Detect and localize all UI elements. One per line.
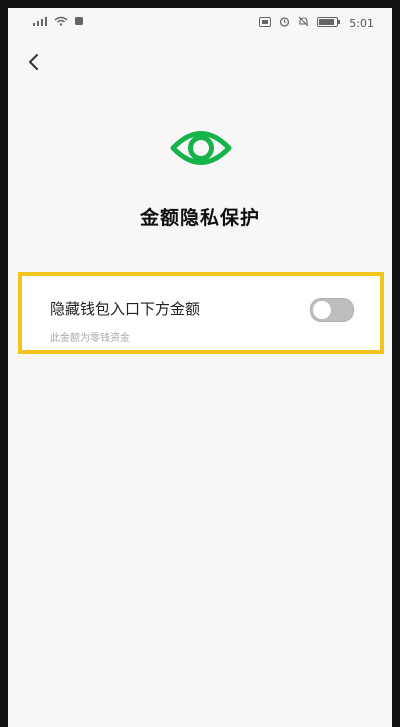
battery-icon — [317, 16, 341, 30]
setting-description: 此金额为零钱资金 — [50, 333, 130, 344]
toggle-knob — [313, 301, 331, 319]
status-bar: 5:01 — [8, 8, 392, 36]
chevron-left-icon — [29, 54, 38, 70]
screen: 5:01 金额隐私保护 隐藏钱包入口下方金额 此金额为零钱资金 — [8, 8, 392, 727]
hide-amount-toggle[interactable] — [310, 298, 354, 322]
status-right-icons: 5:01 — [259, 16, 374, 30]
back-button[interactable] — [20, 48, 48, 76]
clock: 5:01 — [349, 16, 374, 30]
nfc-icon — [259, 16, 272, 30]
signal-icon — [32, 16, 48, 29]
setting-label: 隐藏钱包入口下方金额 — [50, 300, 201, 318]
wifi-icon — [54, 16, 68, 29]
page-title: 金额隐私保护 — [139, 207, 260, 229]
privacy-setting-row: 隐藏钱包入口下方金额 此金额为零钱资金 — [18, 272, 384, 354]
mute-icon — [298, 16, 309, 30]
eye-icon — [170, 125, 232, 171]
status-left-icons — [32, 16, 84, 29]
alarm-icon — [279, 16, 290, 30]
notification-icon — [74, 16, 84, 29]
